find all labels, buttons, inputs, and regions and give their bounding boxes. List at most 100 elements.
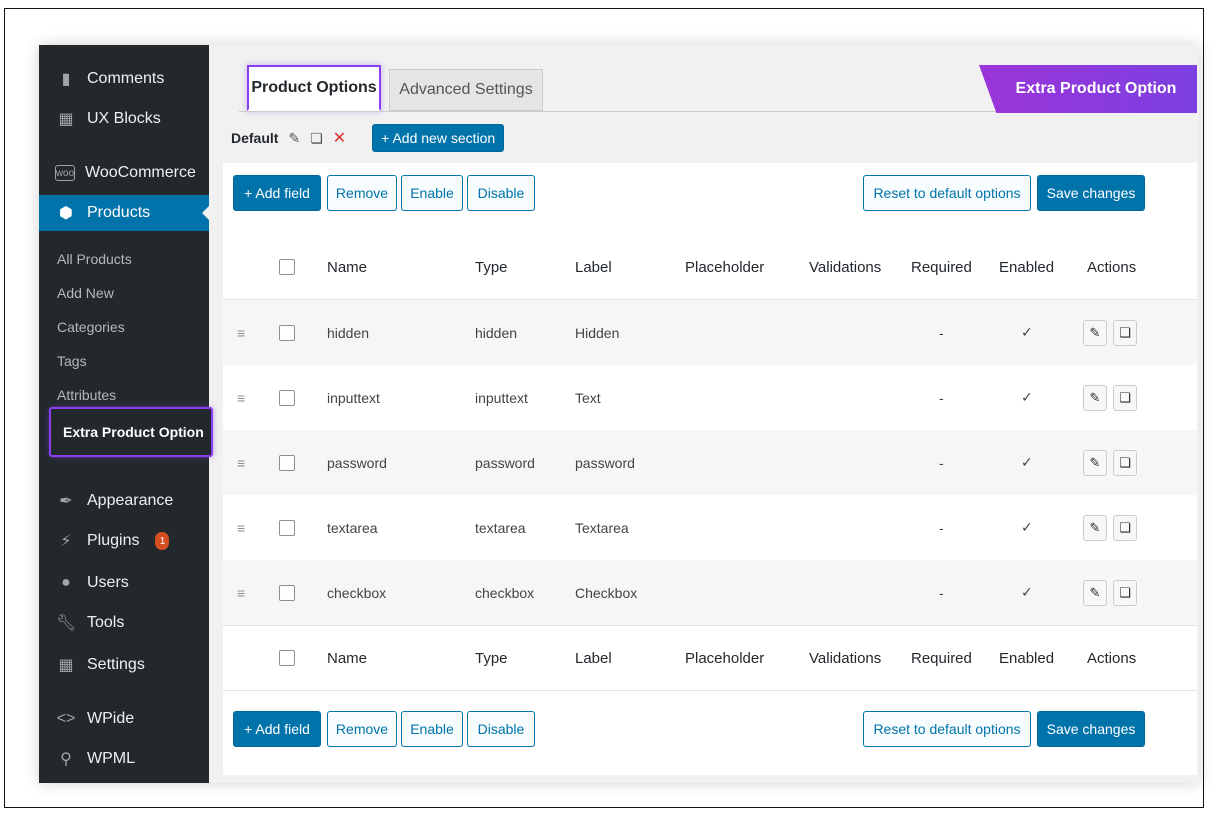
reset-defaults-button[interactable]: Reset to default options xyxy=(863,711,1031,747)
col-enabled: Enabled xyxy=(999,258,1055,276)
edit-field-button[interactable]: ✎ xyxy=(1083,450,1107,476)
tab-advanced-settings[interactable]: Advanced Settings xyxy=(389,69,543,111)
submenu-add-new[interactable]: Add New xyxy=(57,285,114,301)
submenu-all-products[interactable]: All Products xyxy=(57,251,132,267)
field-name: password xyxy=(327,454,387,471)
sidebar-item-appearance[interactable]: ✒ Appearance xyxy=(39,483,209,519)
pencil-icon: ✎ xyxy=(1089,455,1101,470)
sidebar-item-label: Users xyxy=(87,574,129,591)
field-name: hidden xyxy=(327,324,370,341)
duplicate-field-button[interactable]: ❏ xyxy=(1113,515,1137,541)
pencil-icon: ✎ xyxy=(1089,325,1101,340)
disable-button[interactable]: Disable xyxy=(467,175,535,211)
add-field-button[interactable]: + Add field xyxy=(233,711,321,747)
sidebar-item-products[interactable]: ⬢ Products xyxy=(39,195,210,231)
field-type: hidden xyxy=(475,324,518,341)
col-required: Required xyxy=(911,258,972,276)
table-row: ≡ hidden hidden Hidden - ✓ ✎ ❏ xyxy=(223,300,1197,365)
duplicate-field-button[interactable]: ❏ xyxy=(1113,385,1137,411)
divider xyxy=(223,690,1197,691)
remove-button[interactable]: Remove xyxy=(327,711,397,747)
drag-handle-icon[interactable]: ≡ xyxy=(237,520,245,536)
brand-banner: Extra Product Option xyxy=(979,65,1197,113)
table-row: ≡ textarea textarea Textarea - ✓ ✎ ❏ xyxy=(223,495,1197,560)
add-field-button[interactable]: + Add field xyxy=(233,175,321,211)
col-validations: Validations xyxy=(809,258,882,276)
pencil-icon[interactable]: ✎ xyxy=(288,130,300,147)
table-row: ≡ checkbox checkbox Checkbox - ✓ ✎ ❏ xyxy=(223,560,1197,625)
field-required: - xyxy=(939,584,944,601)
bottom-toolbar: + Add field Remove Enable Disable Reset … xyxy=(223,699,1197,751)
brush-icon: ✒ xyxy=(59,493,73,510)
sidebar-item-label: WooCommerce xyxy=(85,164,196,181)
plug-icon: ⚡ xyxy=(60,533,72,550)
sidebar-item-tools[interactable]: 🔧︎ Tools xyxy=(39,605,209,641)
disable-button[interactable]: Disable xyxy=(467,711,535,747)
row-checkbox[interactable] xyxy=(279,519,295,536)
submenu-categories[interactable]: Categories xyxy=(57,319,125,335)
copy-icon: ❏ xyxy=(1119,325,1131,340)
sidebar-item-users[interactable]: ● Users xyxy=(39,565,209,601)
sidebar-item-settings[interactable]: ▦ Settings xyxy=(39,647,209,683)
edit-field-button[interactable]: ✎ xyxy=(1083,385,1107,411)
drag-handle-icon[interactable]: ≡ xyxy=(237,585,245,601)
col-required: Required xyxy=(911,649,972,667)
field-required: - xyxy=(939,389,944,406)
table-header: Name Type Label Placeholder Validations … xyxy=(223,235,1197,299)
duplicate-field-button[interactable]: ❏ xyxy=(1113,450,1137,476)
field-name: inputtext xyxy=(327,389,380,406)
edit-field-button[interactable]: ✎ xyxy=(1083,320,1107,346)
copy-icon: ❏ xyxy=(1119,585,1131,600)
add-section-button[interactable]: + Add new section xyxy=(372,124,505,152)
remove-button[interactable]: Remove xyxy=(327,175,397,211)
reset-defaults-button[interactable]: Reset to default options xyxy=(863,175,1031,211)
submenu-extra-product-option[interactable]: Extra Product Option xyxy=(49,407,213,457)
fields-panel: + Add field Remove Enable Disable Reset … xyxy=(223,163,1197,775)
tab-product-options[interactable]: Product Options xyxy=(247,65,381,111)
select-all-checkbox[interactable] xyxy=(279,259,295,275)
row-checkbox[interactable] xyxy=(279,324,295,341)
field-enabled: ✓ xyxy=(1021,519,1033,535)
box-icon: ⬢ xyxy=(59,205,73,222)
col-name: Name xyxy=(327,649,368,667)
enable-button[interactable]: Enable xyxy=(401,175,463,211)
field-enabled: ✓ xyxy=(1021,324,1033,340)
row-checkbox[interactable] xyxy=(279,584,295,601)
field-required: - xyxy=(939,324,944,341)
edit-field-button[interactable]: ✎ xyxy=(1083,580,1107,606)
drag-handle-icon[interactable]: ≡ xyxy=(237,455,245,471)
table-row: ≡ inputtext inputtext Text - ✓ ✎ ❏ xyxy=(223,365,1197,430)
duplicate-field-button[interactable]: ❏ xyxy=(1113,320,1137,346)
enable-button[interactable]: Enable xyxy=(401,711,463,747)
field-label: Checkbox xyxy=(575,584,638,601)
drag-handle-icon[interactable]: ≡ xyxy=(237,390,245,406)
sidebar-item-plugins[interactable]: ⚡ Plugins 1 xyxy=(39,523,209,559)
pencil-icon: ✎ xyxy=(1089,390,1101,405)
sidebar-item-ux-blocks[interactable]: ▦ UX Blocks xyxy=(39,101,209,137)
sidebar-item-comments[interactable]: ▮ Comments xyxy=(39,61,209,97)
select-all-checkbox[interactable] xyxy=(279,650,295,666)
save-changes-button[interactable]: Save changes xyxy=(1037,175,1145,211)
submenu-tags[interactable]: Tags xyxy=(57,353,87,369)
sidebar-item-woocommerce[interactable]: woo WooCommerce xyxy=(39,155,209,191)
field-label: Textarea xyxy=(575,519,629,536)
sidebar-item-wpide[interactable]: <> WPide xyxy=(39,701,209,737)
row-checkbox[interactable] xyxy=(279,454,295,471)
submenu-attributes[interactable]: Attributes xyxy=(57,387,116,403)
col-actions: Actions xyxy=(1087,258,1137,276)
comment-icon: ▮ xyxy=(61,71,71,88)
row-checkbox[interactable] xyxy=(279,389,295,406)
duplicate-field-button[interactable]: ❏ xyxy=(1113,580,1137,606)
close-icon[interactable]: ✕ xyxy=(333,128,346,148)
sidebar-item-wpml[interactable]: ⚲ WPML xyxy=(39,741,209,777)
field-label: password xyxy=(575,454,635,471)
blocks-icon: ▦ xyxy=(58,111,74,128)
wrench-icon: 🔧︎ xyxy=(55,615,77,632)
edit-field-button[interactable]: ✎ xyxy=(1083,515,1107,541)
drag-handle-icon[interactable]: ≡ xyxy=(237,325,245,341)
col-actions: Actions xyxy=(1087,649,1137,667)
col-name: Name xyxy=(327,258,368,276)
plugins-update-badge: 1 xyxy=(155,532,170,550)
copy-icon[interactable]: ❏ xyxy=(310,130,323,147)
save-changes-button[interactable]: Save changes xyxy=(1037,711,1145,747)
